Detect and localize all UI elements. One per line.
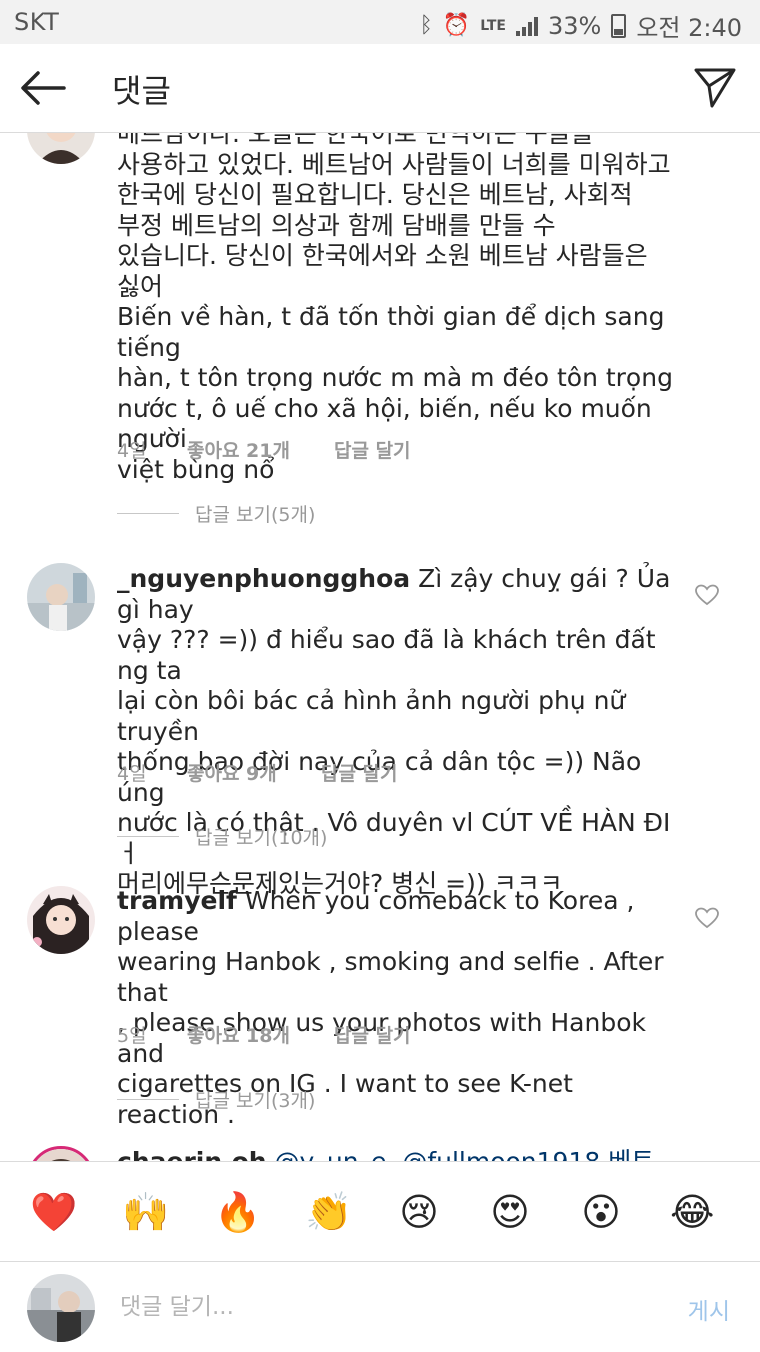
comment-text: chaerin.oh @y_un_e @fullmoon1918 베트남 xyxy=(117,1147,677,1161)
reply-button[interactable]: 답글 달기 xyxy=(334,436,411,463)
view-replies-button[interactable]: 답글 보기(10개) xyxy=(117,823,327,850)
avatar[interactable] xyxy=(27,886,95,954)
fire-emoji-button[interactable]: 🔥 xyxy=(214,1190,261,1234)
comment-time: 4일 xyxy=(117,440,147,462)
view-replies-button[interactable]: 답글 보기(3개) xyxy=(117,1086,315,1113)
status-bar: SKT ᛒ ⏰ LTE 33% 오전 2:40 xyxy=(0,0,760,44)
alarm-icon: ⏰ xyxy=(442,13,471,38)
view-replies-label: 답글 보기(10개) xyxy=(195,827,328,849)
signal-icon xyxy=(515,16,538,36)
post-button[interactable]: 게시 xyxy=(688,1292,730,1326)
divider xyxy=(117,1099,179,1100)
comment-username[interactable]: tramyelf xyxy=(117,886,237,915)
like-count-button[interactable]: 좋아요 9개 xyxy=(187,759,321,786)
status-icons: ᛒ ⏰ LTE 33% 오전 2:40 xyxy=(420,8,742,43)
bluetooth-icon: ᛒ xyxy=(419,13,433,38)
comment-username[interactable]: _nguyenphuongghoa xyxy=(117,564,410,593)
comment-time: 5일 xyxy=(117,1025,147,1047)
view-replies-button[interactable]: 답글 보기(5개) xyxy=(117,500,315,527)
crying-emoji-button[interactable]: 😢 xyxy=(397,1190,441,1234)
comment-input[interactable] xyxy=(118,1286,642,1328)
divider xyxy=(117,513,179,514)
avatar[interactable] xyxy=(27,133,95,164)
laughing-emoji-button[interactable]: 😂 xyxy=(670,1190,714,1234)
like-heart-icon[interactable] xyxy=(694,906,720,930)
page-title: 댓글 xyxy=(112,72,171,110)
header: 댓글 xyxy=(0,44,760,133)
comment-meta: 4일 좋아요 21개 답글 달기 xyxy=(117,436,411,463)
avatar[interactable] xyxy=(27,563,95,631)
comment-meta: 5일 좋아요 18개 답글 달기 xyxy=(117,1021,411,1048)
comment-text: 베트남이다. 오늘은 한국어로 번역하는 구글을 사용하고 있었다. 베트남어 … xyxy=(117,133,673,484)
like-count-button[interactable]: 좋아요 21개 xyxy=(187,436,334,463)
network-label: LTE xyxy=(480,17,506,34)
my-avatar xyxy=(27,1274,95,1342)
heart-emoji-button[interactable]: ❤️ xyxy=(30,1190,77,1234)
view-replies-label: 답글 보기(5개) xyxy=(195,504,316,526)
carrier-label: SKT xyxy=(14,8,60,36)
reply-button[interactable]: 답글 달기 xyxy=(321,759,398,786)
clapping-emoji-button[interactable]: 👏 xyxy=(305,1190,352,1234)
battery-icon xyxy=(611,13,627,38)
divider xyxy=(117,836,179,837)
clock: 오전 2:40 xyxy=(636,14,742,42)
view-replies-label: 답글 보기(3개) xyxy=(195,1090,316,1112)
heart-eyes-emoji-button[interactable]: 😍 xyxy=(488,1190,532,1234)
comment-meta: 4일 좋아요 9개 답글 달기 xyxy=(117,759,398,786)
avatar[interactable] xyxy=(27,1146,95,1161)
comment-input-bar: 게시 xyxy=(0,1261,760,1352)
like-count-button[interactable]: 좋아요 18개 xyxy=(187,1021,334,1048)
comments-list[interactable]: 베트남이다. 오늘은 한국어로 번역하는 구글을 사용하고 있었다. 베트남어 … xyxy=(0,133,760,1161)
back-arrow-icon[interactable] xyxy=(18,66,68,110)
battery-percent: 33% xyxy=(547,11,602,40)
reply-button[interactable]: 답글 달기 xyxy=(334,1021,411,1048)
comment-time: 4일 xyxy=(117,763,147,785)
direct-send-icon[interactable] xyxy=(692,64,738,110)
surprised-emoji-button[interactable]: 😮 xyxy=(579,1190,623,1234)
comment-username[interactable]: chaerin.oh xyxy=(117,1147,267,1161)
raising-hands-emoji-button[interactable]: 🙌 xyxy=(122,1190,169,1234)
like-heart-icon[interactable] xyxy=(694,583,720,607)
emoji-bar: ❤️ 🙌 🔥 👏 😢 😍 😮 😂 xyxy=(0,1161,760,1262)
